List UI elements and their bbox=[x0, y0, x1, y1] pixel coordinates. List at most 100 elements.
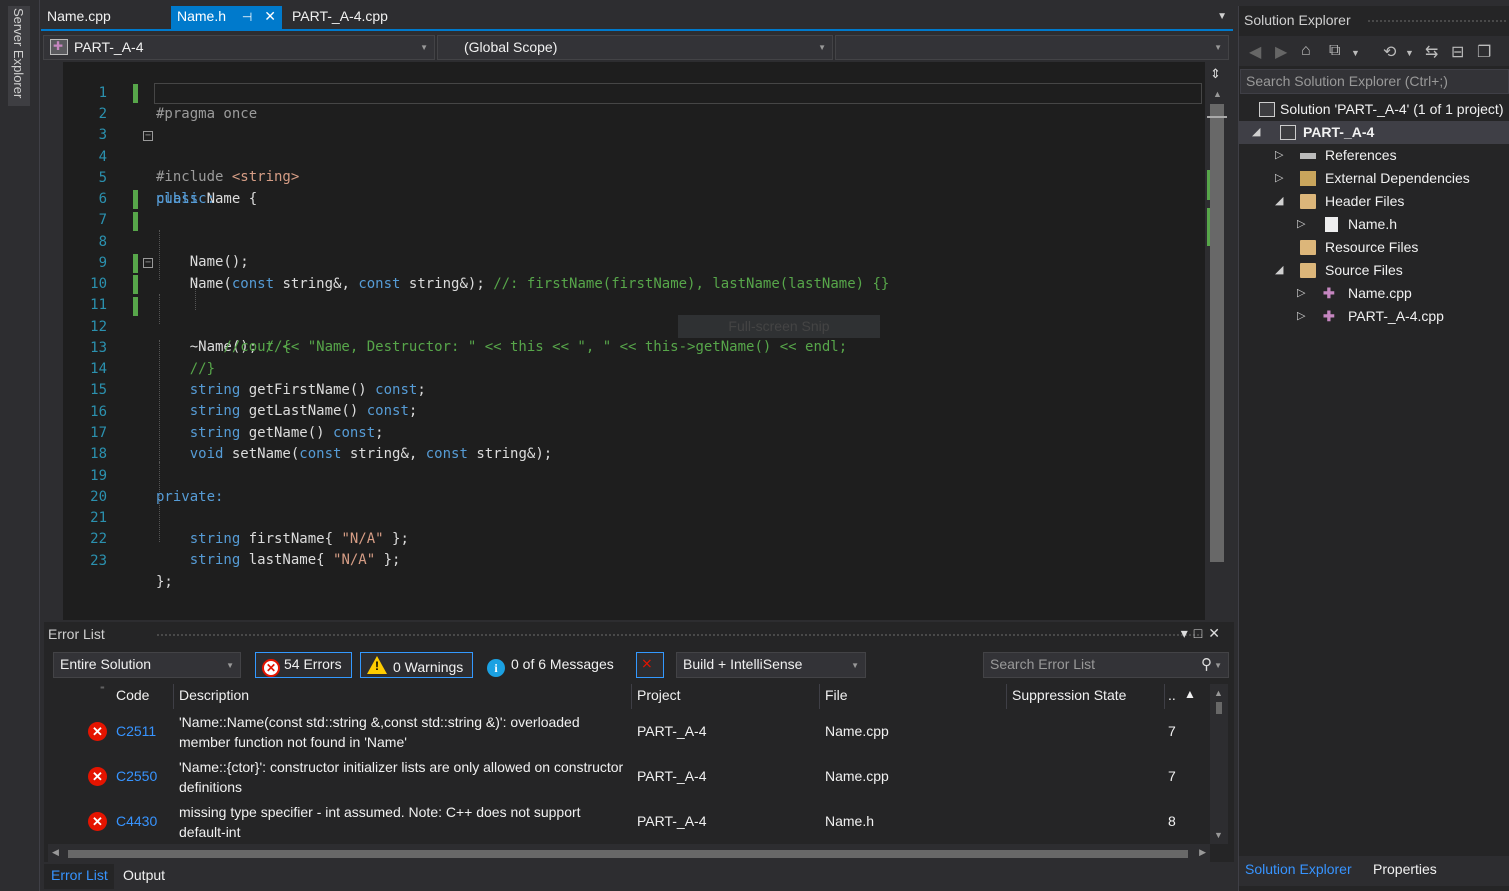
collapsed-arrow-icon[interactable]: ▷ bbox=[1297, 282, 1305, 305]
show-all-files-icon[interactable]: ❐ bbox=[1477, 42, 1491, 62]
warnings-toggle-button[interactable]: 0 Warnings bbox=[360, 652, 473, 678]
search-error-list-input[interactable]: Search Error List ⚲ ▼ bbox=[983, 652, 1229, 678]
scroll-up-icon[interactable]: ▲ bbox=[1213, 89, 1222, 99]
scroll-right-icon[interactable]: ▶ bbox=[1199, 847, 1206, 858]
tree-item-part-a4-cpp[interactable]: ▷ ✚ PART-_A-4.cpp bbox=[1239, 305, 1509, 328]
error-code-link[interactable]: C2511 bbox=[116, 723, 156, 739]
project-dropdown[interactable]: PART-_A-4 ▼ bbox=[43, 35, 435, 60]
filter-icon[interactable]: ⨯ bbox=[636, 652, 664, 678]
scrollbar-thumb[interactable] bbox=[68, 850, 1188, 858]
table-row[interactable]: ✕ C4430 missing type specifier - int ass… bbox=[48, 799, 1208, 844]
build-source-dropdown[interactable]: Build + IntelliSense ▼ bbox=[676, 652, 866, 678]
close-icon[interactable]: ✕ bbox=[264, 8, 276, 24]
tree-item-label: Source Files bbox=[1325, 262, 1403, 278]
error-code-link[interactable]: C4430 bbox=[116, 813, 157, 829]
collapsed-arrow-icon[interactable]: ▷ bbox=[1275, 167, 1283, 190]
table-row[interactable]: ✕ C2511 'Name::Name(const std::string &,… bbox=[48, 709, 1208, 754]
error-list-vertical-scrollbar[interactable]: ▲ ▼ bbox=[1210, 684, 1228, 844]
tree-item-header-files[interactable]: ◢ Header Files bbox=[1239, 190, 1509, 213]
search-icon[interactable]: ⚲ bbox=[1201, 655, 1212, 673]
column-project[interactable]: Project bbox=[637, 687, 681, 703]
scroll-down-icon[interactable]: ▼ bbox=[1214, 830, 1223, 840]
tree-item-label: Name.cpp bbox=[1348, 285, 1412, 301]
expanded-arrow-icon[interactable]: ◢ bbox=[1275, 259, 1283, 282]
column-separator[interactable] bbox=[1164, 684, 1165, 709]
server-explorer-tab[interactable]: Server Explorer bbox=[8, 6, 30, 106]
tab-label: Name.cpp bbox=[47, 8, 111, 24]
tree-item-resource-files[interactable]: Resource Files bbox=[1239, 236, 1509, 259]
column-separator[interactable] bbox=[1006, 684, 1007, 709]
chevron-down-icon[interactable]: ▾ bbox=[1181, 625, 1194, 641]
scroll-up-icon[interactable]: ▲ bbox=[1214, 688, 1223, 698]
collapse-icon[interactable]: − bbox=[143, 131, 153, 141]
column-suppression-state[interactable]: Suppression State bbox=[1012, 687, 1126, 703]
column-code[interactable]: Code bbox=[116, 687, 149, 703]
sort-ascending-icon[interactable]: ▲ bbox=[1184, 687, 1196, 701]
chevron-down-icon[interactable]: ▼ bbox=[1351, 48, 1360, 58]
column-file[interactable]: File bbox=[825, 687, 848, 703]
code-line-20: 20 bbox=[63, 466, 1203, 505]
warnings-count: 0 Warnings bbox=[393, 659, 464, 675]
scrollbar-thumb[interactable] bbox=[1216, 702, 1222, 714]
error-code-link[interactable]: C2550 bbox=[116, 768, 157, 784]
panel-grip[interactable] bbox=[156, 633, 1202, 638]
table-row[interactable]: ✕ C2550 'Name::{ctor}': constructor init… bbox=[48, 754, 1208, 799]
code-line-21: 21 string firstName{ "N/A" }; bbox=[63, 487, 1203, 547]
expanded-arrow-icon[interactable]: ◢ bbox=[1275, 190, 1283, 213]
tree-item-external-dependencies[interactable]: ▷ External Dependencies bbox=[1239, 167, 1509, 190]
column-separator[interactable] bbox=[631, 684, 632, 709]
tab-output[interactable]: Output bbox=[123, 867, 165, 883]
expanded-arrow-icon[interactable]: ◢ bbox=[1252, 121, 1260, 144]
column-separator[interactable] bbox=[173, 684, 174, 709]
messages-toggle-button[interactable]: i 0 of 6 Messages bbox=[480, 652, 624, 678]
scrollbar-thumb[interactable] bbox=[1210, 104, 1224, 562]
tree-item-solution[interactable]: Solution 'PART-_A-4' (1 of 1 project) bbox=[1239, 98, 1509, 121]
errors-count: 54 Errors bbox=[284, 656, 342, 672]
editor-vertical-scrollbar[interactable]: ⇕ ▲ bbox=[1205, 62, 1232, 620]
pending-changes-icon[interactable]: ⟲ bbox=[1383, 42, 1396, 62]
column-description[interactable]: Description bbox=[179, 687, 249, 703]
collapsed-arrow-icon[interactable]: ▷ bbox=[1275, 144, 1283, 167]
scroll-left-icon[interactable]: ◀ bbox=[52, 847, 59, 858]
errors-toggle-button[interactable]: ✕ 54 Errors bbox=[255, 652, 352, 678]
scope-filter-dropdown[interactable]: Entire Solution ▼ bbox=[53, 652, 241, 678]
tab-solution-explorer[interactable]: Solution Explorer bbox=[1245, 861, 1352, 877]
column-line[interactable]: .. bbox=[1168, 687, 1176, 703]
code-editor[interactable]: 1 #pragma once 2 #include <string> 3 4 −… bbox=[63, 62, 1205, 620]
code-line-9: 9 bbox=[63, 232, 1203, 271]
forward-icon[interactable]: ▶ bbox=[1275, 42, 1287, 62]
tab-name-cpp[interactable]: Name.cpp bbox=[41, 6, 117, 29]
sort-icon[interactable]: ⁼ bbox=[100, 684, 105, 695]
home-icon[interactable]: ⌂ bbox=[1301, 42, 1311, 60]
column-separator[interactable] bbox=[819, 684, 820, 709]
collapsed-arrow-icon[interactable]: ▷ bbox=[1297, 305, 1305, 328]
collapse-all-icon[interactable]: ⊟ bbox=[1451, 42, 1464, 62]
member-dropdown[interactable]: ▼ bbox=[835, 35, 1229, 60]
tree-item-project[interactable]: ◢ PART-_A-4 bbox=[1239, 121, 1509, 144]
tree-item-source-files[interactable]: ◢ Source Files bbox=[1239, 259, 1509, 282]
collapsed-arrow-icon[interactable]: ▷ bbox=[1297, 213, 1305, 236]
tree-item-references[interactable]: ▷ References bbox=[1239, 144, 1509, 167]
back-icon[interactable]: ◀ bbox=[1249, 42, 1261, 62]
tab-properties[interactable]: Properties bbox=[1373, 861, 1437, 877]
solution-explorer-bottom-tabs: Solution Explorer Properties bbox=[1239, 856, 1509, 886]
tab-part-a4-cpp[interactable]: PART-_A-4.cpp bbox=[286, 6, 394, 29]
chevron-down-icon[interactable]: ▼ bbox=[1405, 48, 1414, 58]
switch-views-icon[interactable]: ⧉ bbox=[1329, 42, 1340, 60]
sync-icon[interactable]: ⇆ bbox=[1425, 42, 1438, 62]
tab-overflow-dropdown-icon[interactable]: ▼ bbox=[1217, 11, 1227, 22]
tab-name-h[interactable]: Name.h ⊣ ✕ bbox=[171, 6, 282, 29]
solution-explorer-search-input[interactable]: Search Solution Explorer (Ctrl+;) bbox=[1240, 69, 1509, 94]
tab-error-list[interactable]: Error List bbox=[51, 867, 108, 883]
maximize-icon[interactable]: □ bbox=[1194, 625, 1208, 641]
change-marker bbox=[133, 84, 138, 103]
tree-item-name-cpp[interactable]: ▷ ✚ Name.cpp bbox=[1239, 282, 1509, 305]
error-list-horizontal-scrollbar[interactable]: ◀ ▶ bbox=[48, 844, 1210, 862]
pin-icon[interactable]: ⊣ bbox=[242, 10, 252, 24]
close-icon[interactable]: ✕ bbox=[1208, 625, 1226, 641]
collapse-icon[interactable]: − bbox=[143, 258, 153, 268]
tree-item-name-h[interactable]: ▷ Name.h bbox=[1239, 213, 1509, 236]
panel-grip[interactable] bbox=[1367, 19, 1507, 24]
scope-dropdown[interactable]: (Global Scope) ▼ bbox=[437, 35, 833, 60]
split-icon[interactable]: ⇕ bbox=[1210, 66, 1221, 82]
